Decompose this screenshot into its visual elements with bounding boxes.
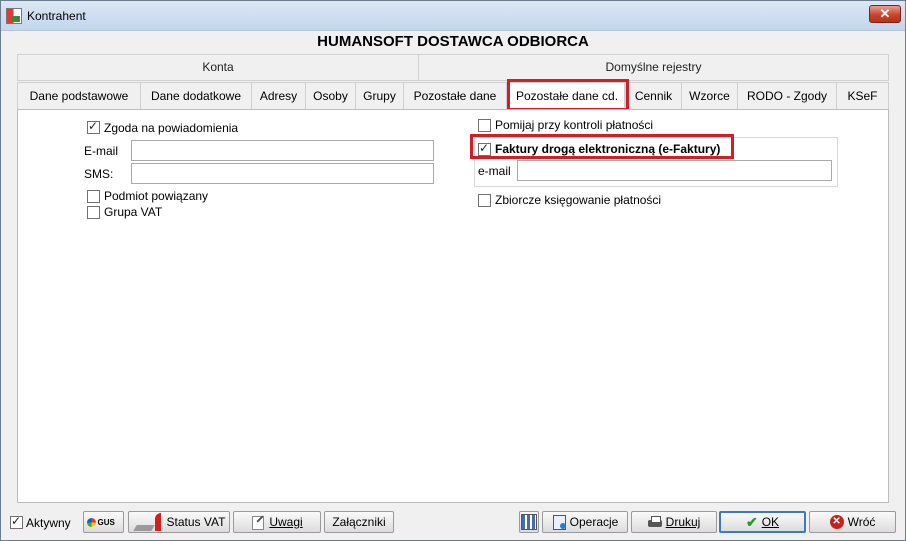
- gus-label: GUS: [97, 517, 115, 527]
- ok-label: OK: [761, 515, 780, 529]
- status-vat-button[interactable]: Status VAT: [128, 511, 230, 533]
- tab-ksef[interactable]: KSeF: [836, 82, 889, 110]
- zbiorcze-label: Zbiorcze księgowanie płatności: [495, 193, 662, 207]
- footer-bar: Aktywny GUS Status VAT Uwagi Załączniki …: [7, 509, 899, 536]
- tab-cennik[interactable]: Cennik: [625, 82, 682, 110]
- tab-panel-pozostale-dane-cd: Zgoda na powiadomienia E-mail SMS: Podmi…: [17, 109, 889, 503]
- note-icon: [251, 515, 265, 530]
- window-title: Kontrahent: [27, 9, 86, 23]
- title-bar[interactable]: Kontrahent ✕: [1, 1, 905, 31]
- gus-icon: GUS: [86, 515, 121, 529]
- tab-grupy[interactable]: Grupy: [355, 82, 404, 110]
- tab-row: Dane podstawowe Dane dodatkowe Adresy Os…: [17, 79, 889, 111]
- drukuj-label: Drukuj: [665, 515, 701, 529]
- wroc-button[interactable]: ✕ Wróć: [809, 511, 896, 533]
- close-button[interactable]: ✕: [869, 5, 901, 23]
- grupa-vat-label: Grupa VAT: [104, 205, 163, 219]
- podmiot-powiazany-checkbox[interactable]: [87, 190, 100, 203]
- gus-button[interactable]: GUS: [83, 511, 124, 533]
- pomijaj-checkbox[interactable]: [478, 119, 491, 132]
- app-icon: [6, 8, 22, 24]
- cancel-icon: ✕: [829, 515, 844, 529]
- aktywny-label: Aktywny: [26, 516, 71, 530]
- operations-icon: [552, 515, 566, 530]
- dialog-content: HUMANSOFT DOSTAWCA ODBIORCA Konta Domyśl…: [7, 31, 899, 536]
- tab-rodo-zgody[interactable]: RODO - Zgody: [737, 82, 837, 110]
- zbiorcze-checkbox[interactable]: [478, 194, 491, 207]
- printer-icon: [647, 515, 662, 529]
- email-label: E-mail: [84, 144, 119, 158]
- tab-group-row: Konta Domyślne rejestry: [17, 54, 889, 81]
- efaktury-email-input[interactable]: [517, 160, 832, 181]
- tab-group-domyslne-rejestry[interactable]: Domyślne rejestry: [418, 54, 889, 81]
- efaktury-email-label: e-mail: [478, 164, 511, 178]
- email-input[interactable]: [131, 140, 434, 161]
- status-vat-icon: [133, 513, 163, 531]
- efaktury-label: Faktury drogą elektroniczną (e-Faktury): [495, 142, 721, 156]
- uwagi-label: Uwagi: [269, 515, 303, 529]
- pomijaj-label: Pomijaj przy kontroli płatności: [495, 118, 654, 132]
- zalaczniki-label: Załączniki: [332, 515, 386, 529]
- operacje-label: Operacje: [569, 515, 619, 529]
- status-vat-label: Status VAT: [166, 515, 226, 529]
- tab-group-konta[interactable]: Konta: [17, 54, 419, 81]
- zgoda-checkbox[interactable]: [87, 119, 100, 134]
- zgoda-label: Zgoda na powiadomienia: [104, 121, 239, 135]
- checkmark-icon: ✔: [745, 513, 758, 530]
- uwagi-button[interactable]: Uwagi: [233, 511, 321, 533]
- drukuj-button[interactable]: Drukuj: [631, 511, 717, 533]
- ok-button[interactable]: ✔ OK: [719, 511, 806, 533]
- tab-osoby[interactable]: Osoby: [305, 82, 356, 110]
- sms-label: SMS:: [84, 167, 114, 181]
- calculator-button[interactable]: [519, 511, 539, 533]
- tab-pozostale-dane-cd[interactable]: Pozostałe dane cd.: [509, 82, 625, 111]
- zalaczniki-button[interactable]: Załączniki: [324, 511, 394, 533]
- tab-dane-dodatkowe[interactable]: Dane dodatkowe: [140, 82, 252, 110]
- kontrahent-window: Kontrahent ✕ HUMANSOFT DOSTAWCA ODBIORCA…: [0, 0, 906, 541]
- grupa-vat-checkbox[interactable]: [87, 206, 100, 219]
- contractor-name-heading: HUMANSOFT DOSTAWCA ODBIORCA: [317, 33, 589, 50]
- sms-input[interactable]: [131, 163, 434, 184]
- aktywny-checkbox[interactable]: [10, 514, 23, 529]
- tab-pozostale-dane[interactable]: Pozostałe dane: [403, 82, 507, 110]
- operacje-button[interactable]: Operacje: [542, 511, 628, 533]
- calculator-icon: [521, 514, 537, 530]
- tab-adresy[interactable]: Adresy: [251, 82, 306, 110]
- wroc-label: Wróć: [847, 515, 876, 529]
- efaktury-checkbox[interactable]: [478, 141, 491, 156]
- tab-dane-podstawowe[interactable]: Dane podstawowe: [17, 82, 141, 110]
- podmiot-powiazany-label: Podmiot powiązany: [104, 189, 209, 203]
- tab-wzorce[interactable]: Wzorce: [681, 82, 738, 110]
